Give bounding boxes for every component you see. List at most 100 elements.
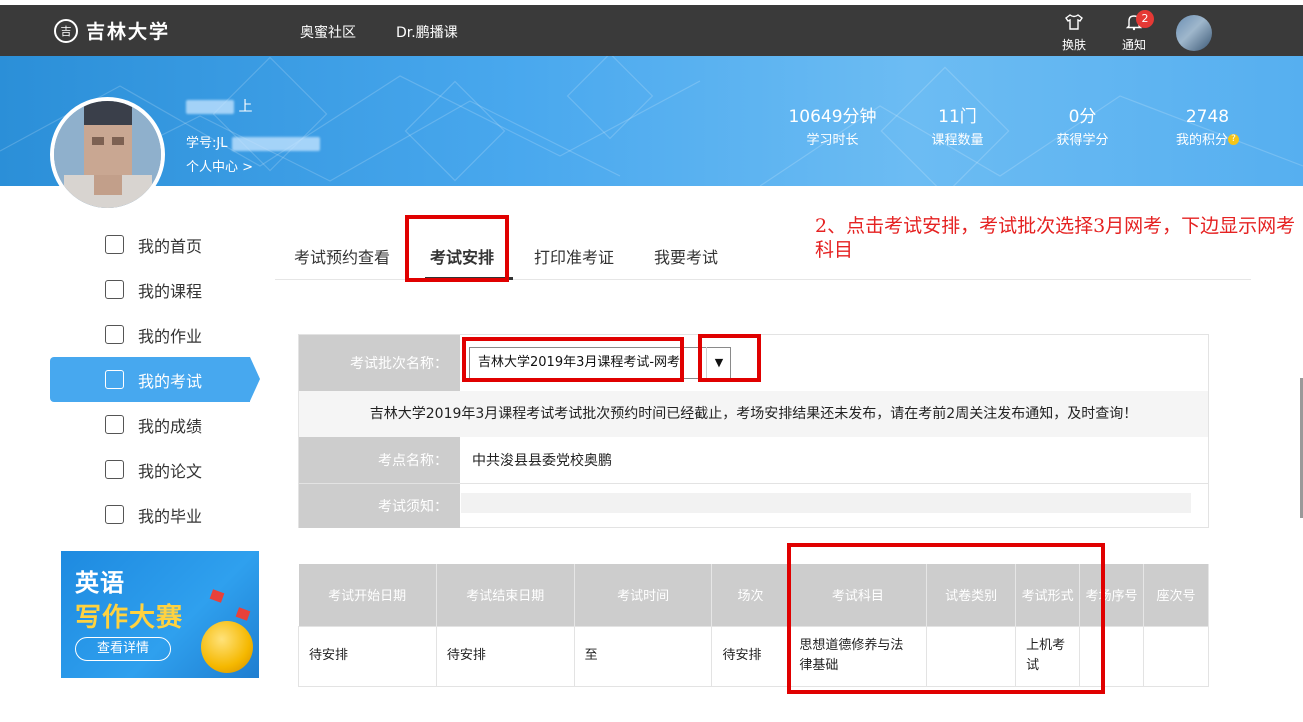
ad-title-1: 英语 bbox=[75, 569, 125, 597]
tab-booking-view[interactable]: 考试预约查看 bbox=[294, 244, 390, 268]
sidebar-item-thesis[interactable]: 我的论文 bbox=[50, 447, 260, 492]
site-label: 考点名称： bbox=[299, 437, 460, 483]
points-label: 我的积分 bbox=[1175, 133, 1228, 148]
site-row: 考点名称： 中共浚县县委党校奥鹏 bbox=[299, 437, 1208, 483]
table-cell: 待安排 bbox=[711, 625, 790, 687]
name-suffix: 上 bbox=[238, 99, 253, 115]
nav-community[interactable]: 奥蜜社区 bbox=[300, 22, 356, 42]
stat-value: 2748 bbox=[1185, 107, 1230, 127]
sidebar-item-label: 我的毕业 bbox=[138, 506, 203, 526]
avatar-photo bbox=[54, 101, 161, 208]
table-header-row: 考试开始日期 考试结束日期 考试时间 场次 考试科目 试卷类别 考试形式 考场序… bbox=[298, 564, 1209, 626]
top-bar: 吉 吉林大学 奥蜜社区 Dr.鹏播课 换肤 通知 2 bbox=[0, 5, 1303, 56]
home-icon bbox=[105, 235, 124, 254]
ad-details-button[interactable]: 查看详情 bbox=[75, 637, 171, 661]
batch-select[interactable]: 吉林大学2019年3月课程考试-网考 bbox=[469, 347, 731, 379]
graduation-icon bbox=[105, 505, 124, 524]
stat-label: 课程数量 bbox=[931, 133, 984, 148]
col-header: 考场序号 bbox=[1079, 564, 1144, 626]
col-header: 考试时间 bbox=[574, 564, 713, 626]
name-blur bbox=[186, 100, 234, 114]
notes-value bbox=[461, 493, 1191, 513]
top-nav: 奥蜜社区 Dr.鹏播课 bbox=[300, 22, 458, 42]
table-cell: 待安排 bbox=[298, 625, 437, 687]
stat-value: 0分 bbox=[1068, 107, 1097, 127]
table-cell bbox=[1079, 625, 1144, 687]
table-cell bbox=[926, 625, 1017, 687]
stat-label: 获得学分 bbox=[1056, 133, 1109, 148]
tab-take-exam[interactable]: 我要考试 bbox=[654, 244, 718, 268]
trophy-icon bbox=[201, 621, 253, 673]
col-header: 考试结束日期 bbox=[436, 564, 575, 626]
table-row: 待安排 待安排 至 待安排 思想道德修养与法律基础 上机考试 bbox=[298, 625, 1209, 687]
sidebar-item-homework[interactable]: 我的作业 bbox=[50, 312, 260, 357]
homework-icon bbox=[105, 325, 124, 344]
sidebar-item-label: 我的考试 bbox=[138, 371, 203, 391]
sidebar-item-home[interactable]: 我的首页 bbox=[50, 222, 260, 267]
stat-course-count: 11门 课程数量 bbox=[895, 106, 1020, 154]
sidebar-item-grades[interactable]: 我的成绩 bbox=[50, 402, 260, 447]
tab-print-admission[interactable]: 打印准考证 bbox=[534, 244, 614, 268]
skin-label: 换肤 bbox=[1061, 38, 1086, 52]
stat-points: 2748 我的积分? bbox=[1145, 106, 1270, 154]
user-name: 上 bbox=[186, 96, 252, 116]
ad-title-2: 写作大赛 bbox=[75, 603, 184, 633]
table-cell: 至 bbox=[573, 625, 713, 687]
exam-batch-form: 考试批次名称： 吉林大学2019年3月课程考试-网考 ▼ 吉林大学2019年3月… bbox=[298, 334, 1209, 528]
active-tab-indicator bbox=[425, 277, 513, 280]
thesis-icon bbox=[105, 460, 124, 479]
table-cell: 上机考试 bbox=[1015, 625, 1081, 687]
notes-label: 考试须知： bbox=[299, 484, 460, 528]
personal-center-link[interactable]: 个人中心 > bbox=[186, 156, 253, 180]
sidebar-item-label: 我的成绩 bbox=[138, 416, 203, 436]
table-cell: 思想道德修养与法律基础 bbox=[788, 625, 928, 687]
red-envelope-icon bbox=[209, 589, 225, 603]
english-contest-ad[interactable]: 英语 写作大赛 查看详情 bbox=[61, 551, 259, 678]
table-cell bbox=[1143, 625, 1209, 687]
sidebar-item-label: 我的首页 bbox=[138, 236, 203, 256]
col-header: 考试开始日期 bbox=[298, 564, 437, 626]
exam-icon bbox=[105, 370, 124, 389]
sidebar-item-exams[interactable]: 我的考试 bbox=[50, 357, 260, 402]
site-value: 中共浚县县委党校奥鹏 bbox=[472, 453, 612, 469]
col-header: 考试形式 bbox=[1015, 564, 1081, 626]
batch-label: 考试批次名称： bbox=[299, 335, 460, 391]
sidebar-item-graduation[interactable]: 我的毕业 bbox=[50, 492, 260, 537]
notification-label: 通知 bbox=[1121, 38, 1146, 52]
nav-dr-peng[interactable]: Dr.鹏播课 bbox=[396, 22, 458, 42]
course-icon bbox=[105, 280, 124, 299]
stats-row: 10649分钟 学习时长 11门 课程数量 0分 获得学分 2748 我的积分? bbox=[770, 106, 1270, 154]
notification-badge: 2 bbox=[1136, 10, 1154, 28]
tab-exam-schedule[interactable]: 考试安排 bbox=[430, 244, 494, 268]
col-header: 座次号 bbox=[1143, 564, 1209, 626]
sidebar-item-label: 我的论文 bbox=[138, 461, 203, 481]
stat-value: 10649分钟 bbox=[788, 107, 877, 127]
seal-icon: 吉 bbox=[54, 18, 78, 43]
stat-study-time: 10649分钟 学习时长 bbox=[770, 106, 895, 154]
exam-schedule-table: 考试开始日期 考试结束日期 考试时间 场次 考试科目 试卷类别 考试形式 考场序… bbox=[298, 564, 1209, 687]
university-logo[interactable]: 吉 吉林大学 bbox=[54, 17, 170, 44]
notes-row: 考试须知： bbox=[299, 483, 1208, 528]
table-cell: 待安排 bbox=[435, 625, 575, 687]
sidebar-item-courses[interactable]: 我的课程 bbox=[50, 267, 260, 312]
batch-row: 考试批次名称： 吉林大学2019年3月课程考试-网考 ▼ bbox=[299, 335, 1208, 391]
notification-button[interactable]: 通知 2 bbox=[1114, 10, 1154, 53]
col-header: 试卷类别 bbox=[926, 564, 1017, 626]
stat-credits: 0分 获得学分 bbox=[1020, 106, 1145, 154]
batch-notice: 吉林大学2019年3月课程考试考试批次预约时间已经截止，考场安排结果还未发布，请… bbox=[299, 391, 1208, 437]
student-id: 学号:JL bbox=[186, 132, 320, 156]
stat-label: 我的积分? bbox=[1145, 128, 1270, 154]
sidebar: 我的首页 我的课程 我的作业 我的考试 我的成绩 我的论文 我的毕业 bbox=[50, 222, 260, 537]
logo-text: 吉林大学 bbox=[86, 21, 171, 43]
skin-button[interactable]: 换肤 bbox=[1054, 13, 1094, 53]
dropdown-arrow-icon[interactable]: ▼ bbox=[706, 347, 731, 379]
profile-avatar[interactable] bbox=[50, 97, 165, 212]
col-header: 考试科目 bbox=[788, 564, 928, 626]
help-icon[interactable]: ? bbox=[1228, 134, 1239, 145]
col-header: 场次 bbox=[711, 564, 790, 626]
profile-banner: 上 学号:JL 个人中心 > 10649分钟 学习时长 11门 课程数量 0分 … bbox=[0, 56, 1303, 186]
user-avatar-small[interactable] bbox=[1176, 15, 1212, 51]
instruction-annotation: 2、点击考试安排，考试批次选择3月网考，下边显示网考科目 bbox=[815, 215, 1296, 261]
sidebar-item-label: 我的课程 bbox=[138, 281, 203, 301]
id-blur bbox=[231, 136, 320, 151]
